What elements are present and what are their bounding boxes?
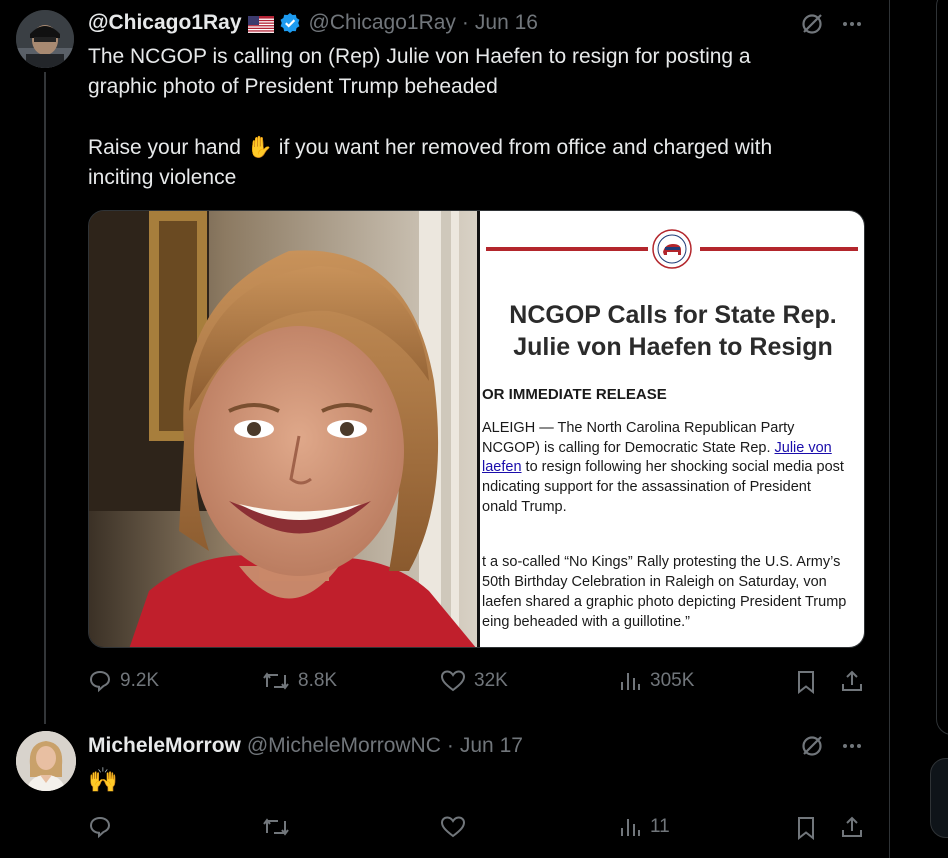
views-button[interactable]: 11 — [618, 815, 670, 839]
paragraph-line: ALEIGH — The North Carolina Republican P… — [482, 420, 795, 436]
raised-hand-emoji: ✋ — [246, 135, 273, 159]
paragraph-line: laefen shared a graphic photo depicting … — [482, 594, 847, 610]
ncgop-seal-logo — [652, 229, 692, 269]
more-options-icon[interactable] — [840, 12, 864, 36]
release-label: OR IMMEDIATE RELEASE — [482, 386, 667, 403]
portrait-photo[interactable] — [89, 211, 477, 647]
press-release-image[interactable]: NCGOP Calls for State Rep. Julie von Hae… — [480, 211, 864, 647]
paragraph-line: laefen to resign following her shocking … — [482, 458, 864, 478]
tweet-header: @Chicago1Ray @Chicago1Ray · Jun 16 — [88, 11, 538, 35]
tweet-text: The NCGOP is calling on (Rep) Julie von … — [88, 42, 878, 193]
tweet-text: 🙌 — [88, 766, 118, 794]
share-button[interactable] — [840, 815, 864, 839]
heart-icon — [440, 816, 466, 838]
thread-connector-line — [44, 72, 46, 724]
paragraph-line: 50th Birthday Celebration in Raleigh on … — [482, 574, 827, 590]
display-name[interactable]: @Chicago1Ray — [88, 11, 242, 35]
press-release-paragraph: t a so-called “No Kings” Rally protestin… — [482, 552, 864, 632]
grok-icon[interactable] — [800, 12, 824, 36]
press-release-headline: NCGOP Calls for State Rep. Julie von Hae… — [480, 299, 864, 363]
tweet-text-fragment: if you want her removed from office and … — [278, 136, 773, 159]
reply-icon — [89, 816, 111, 839]
like-count: 32K — [474, 670, 508, 691]
reply-button[interactable] — [88, 815, 112, 839]
repost-button[interactable] — [262, 815, 290, 839]
tweet-header: MicheleMorrow @MicheleMorrowNC · Jun 17 — [88, 734, 523, 758]
paragraph-fragment: to resign following her shocking social … — [525, 459, 844, 476]
separator-dot: · — [461, 11, 469, 34]
tweet-date[interactable]: Jun 17 — [460, 734, 523, 758]
more-options-icon[interactable] — [840, 734, 864, 758]
repost-icon — [263, 672, 289, 690]
headline-line: NCGOP Calls for State Rep. — [509, 301, 837, 329]
bookmark-icon — [798, 817, 814, 840]
bookmark-button[interactable] — [795, 670, 817, 694]
reply-button[interactable]: 9.2K — [88, 669, 159, 693]
sidebar-card-edge — [936, 0, 948, 735]
display-name[interactable]: MicheleMorrow — [88, 734, 241, 758]
repost-icon — [263, 818, 289, 836]
avatar[interactable] — [16, 10, 74, 68]
avatar[interactable] — [16, 731, 76, 791]
tweet-text-line: inciting violence — [88, 166, 237, 189]
tweet-text-fragment: Raise your hand — [88, 136, 241, 159]
name-link: laefen — [482, 459, 522, 476]
reply-count: 9.2K — [120, 670, 160, 691]
views-count: 11 — [650, 816, 670, 837]
separator-dot: · — [446, 734, 454, 757]
press-release-paragraph: ALEIGH — The North Carolina Republican P… — [482, 419, 864, 518]
user-handle[interactable]: @MicheleMorrowNC — [247, 734, 441, 758]
like-button[interactable]: 32K — [440, 669, 508, 693]
verified-badge-icon — [279, 12, 301, 34]
paragraph-line: onald Trump. — [482, 498, 567, 515]
views-count: 305K — [650, 670, 695, 691]
tweet-text-line: Raise your hand ✋ if you want her remove… — [88, 132, 878, 163]
reply-icon — [89, 670, 111, 693]
views-button[interactable]: 305K — [618, 669, 694, 693]
tweet-media[interactable]: NCGOP Calls for State Rep. Julie von Hae… — [88, 210, 865, 648]
header-rule-right — [700, 247, 858, 251]
repost-button[interactable]: 8.8K — [262, 669, 337, 693]
headline-line: Julie von Haefen to Resign — [513, 333, 833, 361]
tweet-text-line: graphic photo of President Trump beheade… — [88, 75, 498, 98]
share-icon — [842, 670, 862, 691]
us-flag-emoji — [247, 15, 274, 33]
repost-count: 8.8K — [298, 670, 338, 691]
avatar-image — [16, 10, 74, 68]
paragraph-line: eing beheaded with a guillotine.” — [482, 614, 690, 630]
heart-icon — [440, 670, 466, 692]
tweet-text-line: The NCGOP is calling on (Rep) Julie von … — [88, 45, 751, 68]
column-divider — [889, 0, 890, 858]
tweet-date[interactable]: Jun 16 — [475, 11, 538, 35]
bookmark-icon — [798, 671, 814, 694]
header-rule-left — [486, 247, 648, 251]
share-button[interactable] — [840, 669, 864, 693]
paragraph-line: ndicating support for the assassination … — [482, 479, 811, 496]
share-icon — [842, 816, 862, 837]
sidebar-card-edge — [930, 758, 948, 838]
bookmark-button[interactable] — [795, 816, 817, 840]
user-handle[interactable]: @Chicago1Ray — [309, 11, 456, 35]
like-button[interactable] — [440, 815, 466, 839]
name-link: Julie von — [774, 439, 832, 456]
paragraph-line: NCGOP) is calling for Democratic State R… — [482, 439, 864, 459]
avatar-image — [16, 731, 76, 791]
analytics-icon — [621, 819, 640, 836]
grok-icon[interactable] — [800, 734, 824, 758]
paragraph-fragment: NCGOP) is calling for Democratic State R… — [482, 439, 771, 456]
analytics-icon — [621, 673, 640, 690]
paragraph-line: t a so-called “No Kings” Rally protestin… — [482, 554, 841, 570]
